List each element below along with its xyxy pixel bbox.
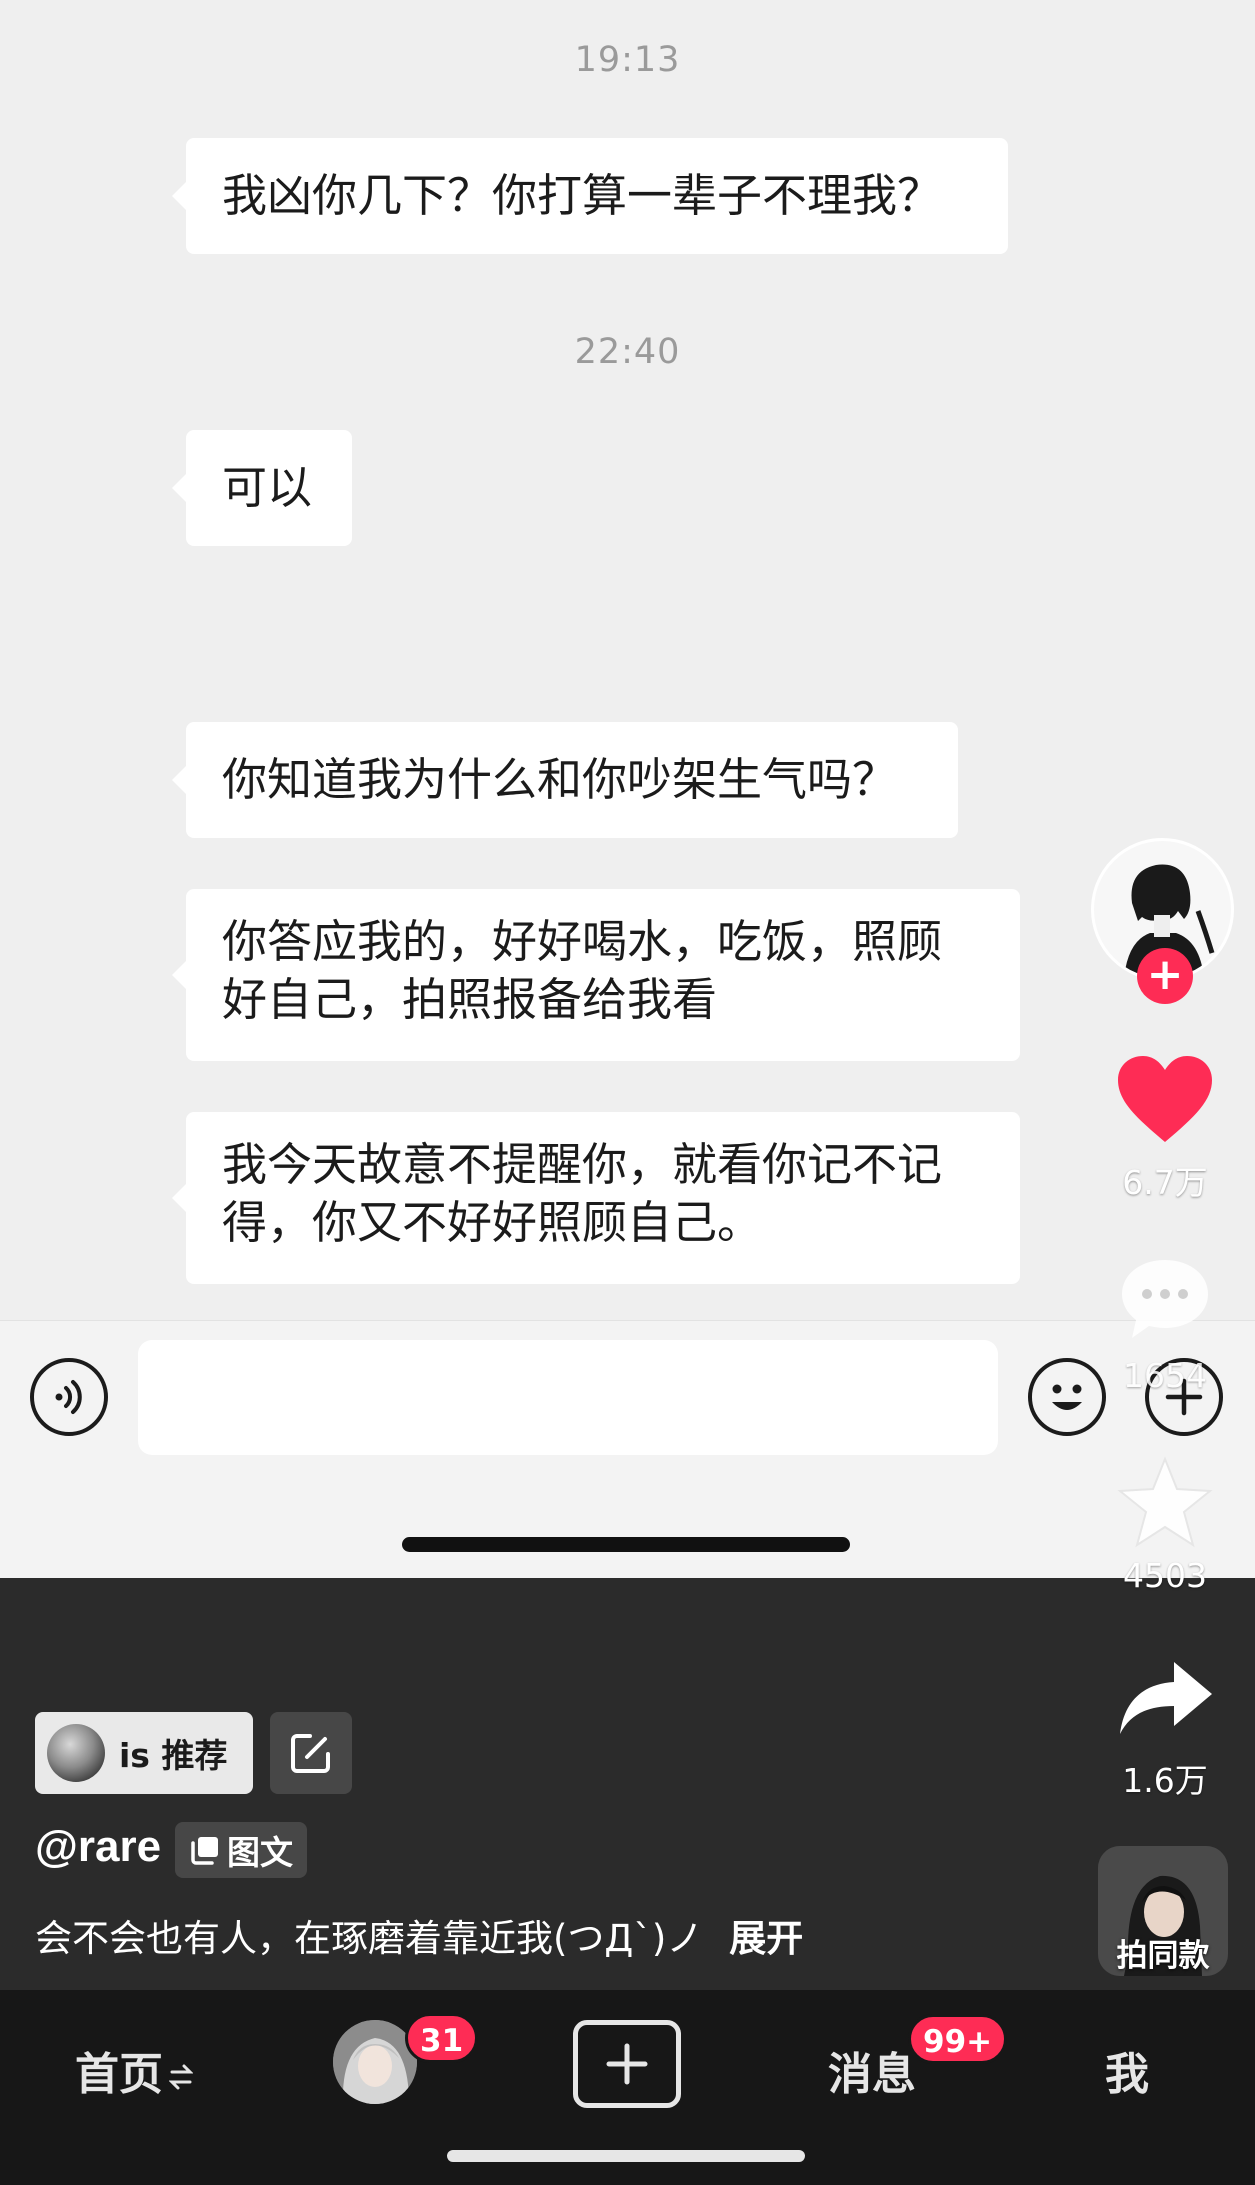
chat-bubble: 我今天故意不提醒你，就看你记不记得，你又不好好照顾自己。 bbox=[172, 1112, 1020, 1284]
star-icon[interactable] bbox=[1116, 1456, 1214, 1550]
emoji-button[interactable] bbox=[1028, 1358, 1106, 1436]
comment-icon[interactable] bbox=[1118, 1256, 1212, 1342]
chat-bubble: 我凶你几下？你打算一辈子不理我？ bbox=[172, 138, 1008, 254]
tab-home-label: 首页 bbox=[75, 2049, 163, 2100]
recommend-label: is 推荐 bbox=[119, 1736, 228, 1775]
edit-icon bbox=[291, 1734, 330, 1773]
caption-text: 会不会也有人，在琢磨着靠近我(つД`)ノ bbox=[35, 1917, 704, 1960]
recommender-avatar bbox=[47, 1724, 105, 1782]
post-caption: 会不会也有人，在琢磨着靠近我(つД`)ノ 展开 bbox=[35, 1908, 803, 1962]
share-icon[interactable] bbox=[1116, 1658, 1216, 1738]
heart-icon[interactable] bbox=[1116, 1054, 1214, 1146]
post-type-label: 图文 bbox=[227, 1833, 293, 1872]
voice-icon bbox=[55, 1380, 82, 1414]
home-indicator bbox=[402, 1537, 850, 1552]
tab-friends-avatar[interactable] bbox=[333, 2020, 417, 2104]
plus-icon bbox=[606, 2043, 648, 2085]
chat-bubble: 你知道我为什么和你吵架生气吗？ bbox=[172, 722, 958, 838]
recommend-chip[interactable]: is 推荐 bbox=[35, 1712, 253, 1794]
friends-badge: 31 bbox=[405, 2013, 479, 2063]
home-indicator-bottom bbox=[447, 2150, 805, 2162]
timestamp: 19:13 bbox=[574, 40, 681, 80]
tab-me[interactable]: 我 bbox=[1105, 2038, 1149, 2102]
expand-link[interactable]: 展开 bbox=[729, 1917, 803, 1960]
switch-icon bbox=[168, 2064, 194, 2090]
message-input[interactable] bbox=[138, 1340, 998, 1455]
follow-plus-icon: + bbox=[1146, 949, 1184, 1000]
follow-button[interactable]: + bbox=[1137, 948, 1193, 1004]
chat-bubble: 可以 bbox=[172, 430, 352, 546]
favorite-count: 4503 bbox=[1123, 1556, 1207, 1595]
chat-bubble: 你答应我的，好好喝水，吃饭，照顾好自己，拍照报备给我看 bbox=[172, 889, 1020, 1061]
tab-messages[interactable]: 消息 bbox=[828, 2038, 916, 2102]
app-screen: 19:13 我凶你几下？你打算一辈子不理我？ 22:40 可以 你知道我为什么和… bbox=[0, 0, 1255, 2185]
timestamp: 22:40 bbox=[574, 332, 681, 372]
gallery-icon bbox=[191, 1837, 218, 1865]
tab-home[interactable]: 首页 bbox=[75, 2038, 194, 2102]
smile-icon bbox=[1052, 1384, 1082, 1410]
chat-screenshot[interactable]: 19:13 我凶你几下？你打算一辈子不理我？ 22:40 可以 你知道我为什么和… bbox=[0, 0, 1255, 1578]
friend-avatar-image bbox=[333, 2020, 417, 2104]
voice-button[interactable] bbox=[30, 1358, 108, 1436]
publish-button[interactable] bbox=[573, 2020, 681, 2108]
like-count: 6.7万 bbox=[1122, 1163, 1208, 1202]
messages-badge: 99+ bbox=[908, 2014, 1008, 2064]
same-style-label: 拍同款 bbox=[1116, 1938, 1210, 1974]
post-type-badge: 图文 bbox=[175, 1822, 307, 1878]
share-count: 1.6万 bbox=[1122, 1761, 1208, 1800]
comment-count: 1654 bbox=[1123, 1356, 1207, 1395]
author-username[interactable]: @rare bbox=[35, 1822, 161, 1872]
edit-button[interactable] bbox=[270, 1712, 352, 1794]
